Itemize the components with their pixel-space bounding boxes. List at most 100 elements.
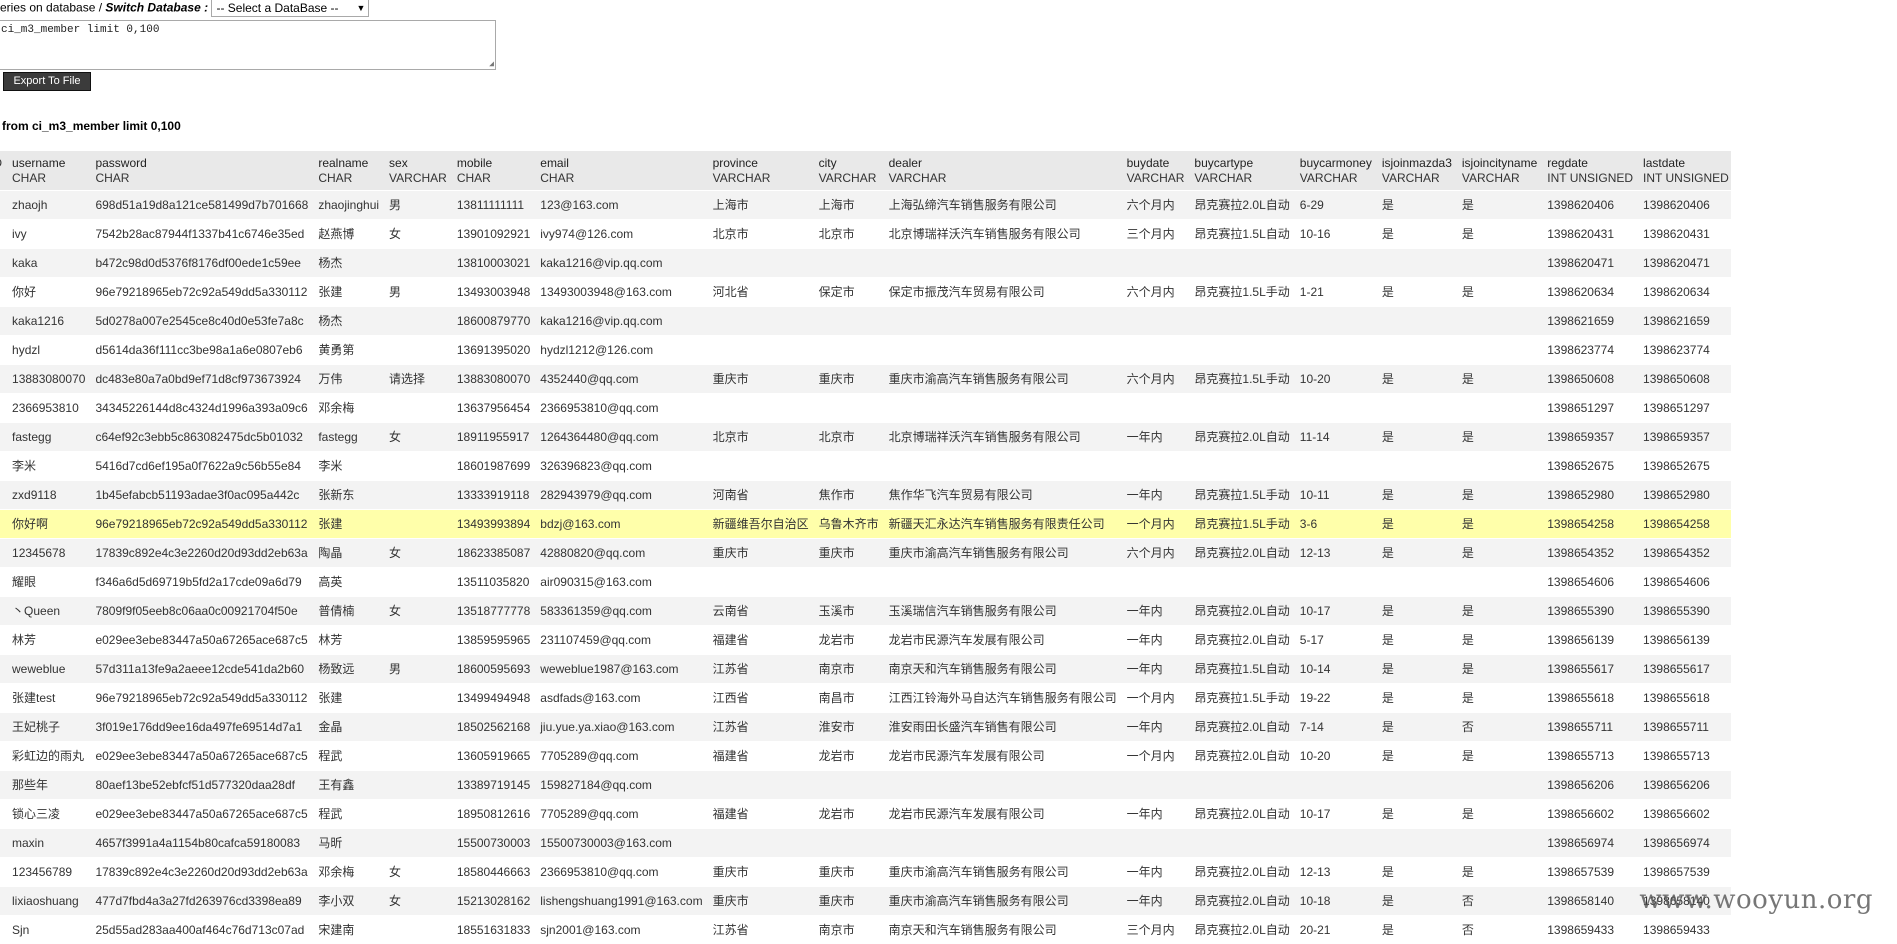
column-header-isjoincityname[interactable]: isjoincitynameVARCHAR (1454, 151, 1539, 191)
watermark-text: www.wooyun.org (1639, 885, 1873, 915)
cell-lastdate: 1398652980 (1635, 481, 1731, 510)
cell-buydate: 一年内 (1119, 597, 1187, 626)
column-header-buycartype[interactable]: buycartypeVARCHAR (1186, 151, 1291, 191)
table-row[interactable]: 你好啊96e79218965eb72c92a549dd5a330112张建134… (0, 510, 1731, 539)
column-header-buydate[interactable]: buydateVARCHAR (1119, 151, 1187, 191)
cell-buycarmoney: 12-13 (1292, 539, 1374, 568)
table-row[interactable]: 林芳e029ee3ebe83447a50a67265ace687c5林芳1385… (0, 626, 1731, 655)
cell-username: Sjn (4, 916, 87, 944)
table-row[interactable]: kakab472c98d0d5376f8176df00ede1c59ee杨杰13… (0, 249, 1731, 278)
column-header-password[interactable]: passwordCHAR (87, 151, 310, 191)
cell-password: 5d0278a007e2545ce8c40d0e53fe7a8c (87, 307, 310, 336)
table-row[interactable]: fasteggc64ef92c3ebb5c863082475dc5b01032f… (0, 423, 1731, 452)
cell-email: 1264364480@qq.com (532, 423, 704, 452)
cell-lastdate: 1398652675 (1635, 452, 1731, 481)
cell-password: 7542b28ac87944f1337b41c6746e35ed (87, 220, 310, 249)
cell-sex: 女 (381, 597, 449, 626)
table-row[interactable]: 你好96e79218965eb72c92a549dd5a330112张建男134… (0, 278, 1731, 307)
cell-buydate: 一年内 (1119, 481, 1187, 510)
cell-buycartype: 昂克赛拉2.0L自动 (1186, 800, 1291, 829)
cell-email: jiu.yue.ya.xiao@163.com (532, 713, 704, 742)
cell-password: e029ee3ebe83447a50a67265ace687c5 (87, 626, 310, 655)
cell-username: maxin (4, 829, 87, 858)
cell-realname: 杨杰 (310, 249, 381, 278)
table-row[interactable]: 耀眼f346a6d5d69719b5fd2a17cde09a6d79高英1351… (0, 568, 1731, 597)
column-header-dealer[interactable]: dealerVARCHAR (881, 151, 1119, 191)
table-row[interactable]: maxin4657f3991a4a1154b80cafca59180083马昕1… (0, 829, 1731, 858)
cell-sex: 男 (381, 655, 449, 684)
table-row[interactable]: Sjn25d55ad283aa400af464c76d713c07ad宋建南18… (0, 916, 1731, 944)
cell-mobile: 13901092921 (449, 220, 532, 249)
resize-grip-icon[interactable]: ◢ (489, 59, 494, 69)
column-header-city[interactable]: cityVARCHAR (811, 151, 881, 191)
table-row[interactable]: 彩虹边的雨丸e029ee3ebe83447a50a67265ace687c5程武… (0, 742, 1731, 771)
column-header-buycarmoney[interactable]: buycarmoneyVARCHAR (1292, 151, 1374, 191)
cell-city (811, 568, 881, 597)
cell-isjoinmazda3: 是 (1374, 191, 1454, 220)
table-row[interactable]: 锁心三凌e029ee3ebe83447a50a67265ace687c5程武18… (0, 800, 1731, 829)
cell-password: 5416d7cd6ef195a0f7622a9c56b55e84 (87, 452, 310, 481)
column-header-realname[interactable]: realnameCHAR (310, 151, 381, 191)
cell-city: 淮安市 (811, 713, 881, 742)
column-header-username[interactable]: usernameCHAR (4, 151, 87, 191)
cell-dealer: 北京博瑞祥沃汽车销售服务有限公司 (881, 220, 1119, 249)
table-row[interactable]: 13883080070dc483e80a7a0bd9ef71d8cf973673… (0, 365, 1731, 394)
column-type: VARCHAR (1300, 171, 1372, 186)
cell-province: 福建省 (705, 800, 811, 829)
cell-province: 河北省 (705, 278, 811, 307)
cell-buydate (1119, 452, 1187, 481)
cell-username: lixiaoshuang (4, 887, 87, 916)
table-row[interactable]: 1234567817839c892e4c3e2260d20d93dd2eb63a… (0, 539, 1731, 568)
cell-sex (381, 307, 449, 336)
cell-isjoinmazda3 (1374, 307, 1454, 336)
table-row[interactable]: 丶Queen7809f9f05eeb8c06aa0c00921704f50e普倩… (0, 597, 1731, 626)
table-row[interactable]: zxd91181b45efabcb51193adae3f0ac095a442c张… (0, 481, 1731, 510)
column-header-regdate[interactable]: regdateINT UNSIGNED (1539, 151, 1635, 191)
cell-province: 云南省 (705, 597, 811, 626)
cell-password: e029ee3ebe83447a50a67265ace687c5 (87, 800, 310, 829)
cell-mobile: 13605919665 (449, 742, 532, 771)
column-header-mobile[interactable]: mobileCHAR (449, 151, 532, 191)
cell-regdate: 1398656206 (1539, 771, 1635, 800)
cell-regdate: 1398654258 (1539, 510, 1635, 539)
cell-city: 龙岩市 (811, 626, 881, 655)
cell-isjoinmazda3: 是 (1374, 684, 1454, 713)
cell-mobile: 13859595965 (449, 626, 532, 655)
table-row[interactable]: lixiaoshuang477d7fbd4a3a27fd263976cd3398… (0, 887, 1731, 916)
cell-buycarmoney (1292, 771, 1374, 800)
cell-mobile: 15213028162 (449, 887, 532, 916)
table-row[interactable]: 12345678917839c892e4c3e2260d20d93dd2eb63… (0, 858, 1731, 887)
column-header-province[interactable]: provinceVARCHAR (705, 151, 811, 191)
table-row[interactable]: zhaojh698d51a19d8a121ce581499d7b701668zh… (0, 191, 1731, 220)
cell-isjoincityname: 是 (1454, 191, 1539, 220)
column-name: username (12, 156, 85, 171)
cell-province (705, 249, 811, 278)
table-row[interactable]: ivy7542b28ac87944f1337b41c6746e35ed赵燕博女1… (0, 220, 1731, 249)
cell-dealer (881, 829, 1119, 858)
cell-city (811, 307, 881, 336)
cell-buycartype (1186, 771, 1291, 800)
table-row[interactable]: 李米5416d7cd6ef195a0f7622a9c56b55e84李米1860… (0, 452, 1731, 481)
sql-query-textarea[interactable]: ci_m3_member limit 0,100◢ (0, 20, 496, 70)
table-row[interactable]: 236695381034345226144d8c4324d1996a393a09… (0, 394, 1731, 423)
column-header-lastdate[interactable]: lastdateINT UNSIGNED (1635, 151, 1731, 191)
column-header-sex[interactable]: sexVARCHAR (381, 151, 449, 191)
cell-realname: 陶晶 (310, 539, 381, 568)
table-row[interactable]: 那些年80aef13be52ebfcf51d577320daa28df王有鑫13… (0, 771, 1731, 800)
table-row[interactable]: 王妃桃子3f019e176dd9ee16da497fe69514d7a1金晶18… (0, 713, 1731, 742)
cell-city: 焦作市 (811, 481, 881, 510)
column-header-email[interactable]: emailCHAR (532, 151, 704, 191)
cell-mobile: 13493003948 (449, 278, 532, 307)
table-row[interactable]: weweblue57d311a13fe9a2aeee12cde541da2b60… (0, 655, 1731, 684)
column-header-isjoinmazda3[interactable]: isjoinmazda3VARCHAR (1374, 151, 1454, 191)
cell-sex (381, 568, 449, 597)
table-row[interactable]: kaka12165d0278a007e2545ce8c40d0e53fe7a8c… (0, 307, 1731, 336)
table-row[interactable]: hydzld5614da36f111cc3be98a1a6e0807eb6黄勇第… (0, 336, 1731, 365)
cell-province: 新疆维吾尔自治区 (705, 510, 811, 539)
cell-regdate: 1398654606 (1539, 568, 1635, 597)
export-to-file-button[interactable]: Export To File (3, 72, 91, 91)
table-row[interactable]: 张建test96e79218965eb72c92a549dd5a330112张建… (0, 684, 1731, 713)
database-select[interactable]: -- Select a DataBase -- ▼ (211, 0, 369, 17)
cell-city (811, 394, 881, 423)
cell-email: 123@163.com (532, 191, 704, 220)
